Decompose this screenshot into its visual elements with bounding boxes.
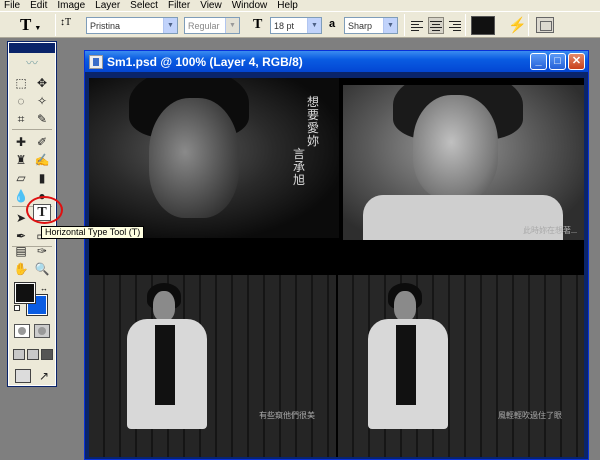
chevron-down-icon: ▼ [34,24,42,32]
standard-screen-mode-icon[interactable] [13,349,25,360]
eraser-tool-icon[interactable]: ▱ [12,169,30,186]
anti-alias-select[interactable]: Sharp ▼ [344,17,398,34]
standard-mode-icon[interactable] [14,324,30,338]
text-color-swatch[interactable] [471,16,495,35]
font-style-select[interactable]: Regular ▼ [184,17,240,34]
tool-preset-picker[interactable]: T ▼ [20,15,50,35]
window-controls: _ □ ✕ [530,53,585,70]
anti-alias-value: Sharp [348,20,373,31]
face-shape [153,291,175,321]
shirt-shape [396,325,416,405]
options-bar: T ▼ ↕T Pristina ▼ Regular ▼ T 18 pt ▼ a … [0,11,600,38]
vertical-title-text: 想要愛妳 [307,95,320,148]
chevron-down-icon: ▼ [225,18,239,33]
swap-colors-icon[interactable]: ↔ [40,284,48,293]
menu-help[interactable]: Help [277,0,298,11]
foreground-color-swatch[interactable] [14,282,36,304]
caption-bottom-right: 風輕輕吹過住了眼 [498,411,562,420]
menu-select[interactable]: Select [130,0,158,11]
align-right-button[interactable] [446,17,462,34]
history-brush-tool-icon[interactable]: ✍ [33,151,51,168]
menu-layer[interactable]: Layer [95,0,120,11]
move-tool-icon[interactable]: ✥ [33,74,51,91]
caption-top-right: 此時妳在想著... [523,226,577,235]
photo-panel-top-left: 想要愛妳 言承旭 [89,78,339,238]
gradient-tool-icon[interactable]: ▮ [33,169,51,186]
tool-tooltip: Horizontal Type Tool (T) [41,226,145,239]
character-palette-icon[interactable] [536,17,554,33]
notes-tool-icon[interactable]: ▤ [12,242,30,259]
shirt-shape [155,325,175,405]
photo-panel-bottom-left: 有些窺他們很美 [89,275,336,457]
photo-panel-top-right: 此時妳在想著... [343,85,584,240]
full-screen-menu-mode-icon[interactable] [27,349,39,360]
chevron-down-icon: ▼ [383,18,397,33]
jump-to-imageready-icon[interactable] [15,369,31,383]
hand-tool-icon[interactable]: ✋ [12,260,30,277]
minimize-button[interactable]: _ [530,53,547,70]
menu-edit[interactable]: Edit [30,0,47,11]
close-button[interactable]: ✕ [568,53,585,70]
text-orientation-button[interactable]: ↕T [60,17,78,33]
zoom-tool-icon[interactable]: 🔍 [33,260,51,277]
font-family-value: Pristina [90,20,121,31]
options-divider [465,14,466,36]
document-window: Sm1.psd @ 100% (Layer 4, RGB/8) _ □ ✕ 想要… [84,50,589,460]
default-colors-icon[interactable] [14,305,20,311]
quick-mask-mode-icon[interactable] [34,324,50,338]
align-center-button[interactable] [428,17,444,34]
feather-logo-icon[interactable]: 〰 [13,55,51,70]
maximize-button[interactable]: □ [549,53,566,70]
options-divider [55,14,56,36]
face-shape [149,98,239,218]
font-size-select[interactable]: 18 pt ▼ [270,17,322,34]
blur-tool-icon[interactable]: 💧 [12,187,30,204]
chevron-down-icon: ▼ [307,18,321,33]
slice-tool-icon[interactable]: ✎ [33,110,51,127]
menu-file[interactable]: File [4,0,20,11]
menu-image[interactable]: Image [57,0,85,11]
magic-wand-tool-icon[interactable]: ✧ [33,92,51,109]
photo-panel-bottom-right: 風輕輕吹過住了眼 [338,275,584,457]
brush-tool-icon[interactable]: ✐ [33,133,51,150]
font-size-icon: T [253,17,263,32]
imageready-arrow-icon[interactable]: ↗ [35,367,53,384]
face-shape [394,291,416,321]
crop-tool-icon[interactable]: ⌗ [12,110,30,127]
menu-view[interactable]: View [200,0,222,11]
options-divider [528,14,529,36]
toolbox-titlebar[interactable] [9,43,55,53]
document-titlebar[interactable]: Sm1.psd @ 100% (Layer 4, RGB/8) _ □ ✕ [85,51,588,72]
caption-bottom-left: 有些窺他們很美 [259,411,315,420]
type-tool-icon: T [20,15,32,34]
chevron-down-icon: ▼ [163,18,177,33]
align-left-button[interactable] [410,17,426,34]
marquee-tool-icon[interactable]: ⬚ [12,74,30,91]
full-screen-mode-icon[interactable] [41,349,53,360]
warp-text-icon[interactable]: ⚡ [508,16,527,34]
clone-stamp-tool-icon[interactable]: ♜ [12,151,30,168]
document-title: Sm1.psd @ 100% (Layer 4, RGB/8) [107,54,303,69]
psd-file-icon [89,54,103,69]
menu-filter[interactable]: Filter [168,0,190,11]
vertical-artist-text: 言承旭 [293,147,306,187]
font-family-select[interactable]: Pristina ▼ [86,17,178,34]
options-divider [404,14,405,36]
highlight-circle [26,196,63,224]
toolbox-divider [12,129,52,130]
menu-bar: File Edit Image Layer Select Filter View… [0,0,600,11]
anti-alias-icon: a [329,18,336,30]
document-canvas[interactable]: 想要愛妳 言承旭 此時妳在想著... 有些窺他們很美 風輕輕吹過住了眼 [89,78,584,457]
lasso-tool-icon[interactable]: ◌ [12,92,30,109]
eyedropper-tool-icon[interactable]: ✑ [33,242,51,259]
font-style-value: Regular [188,20,220,31]
menu-window[interactable]: Window [232,0,268,11]
face-shape [413,95,498,200]
healing-brush-tool-icon[interactable]: ✚ [12,133,30,150]
font-size-value: 18 pt [274,20,295,31]
black-strip [89,240,584,275]
